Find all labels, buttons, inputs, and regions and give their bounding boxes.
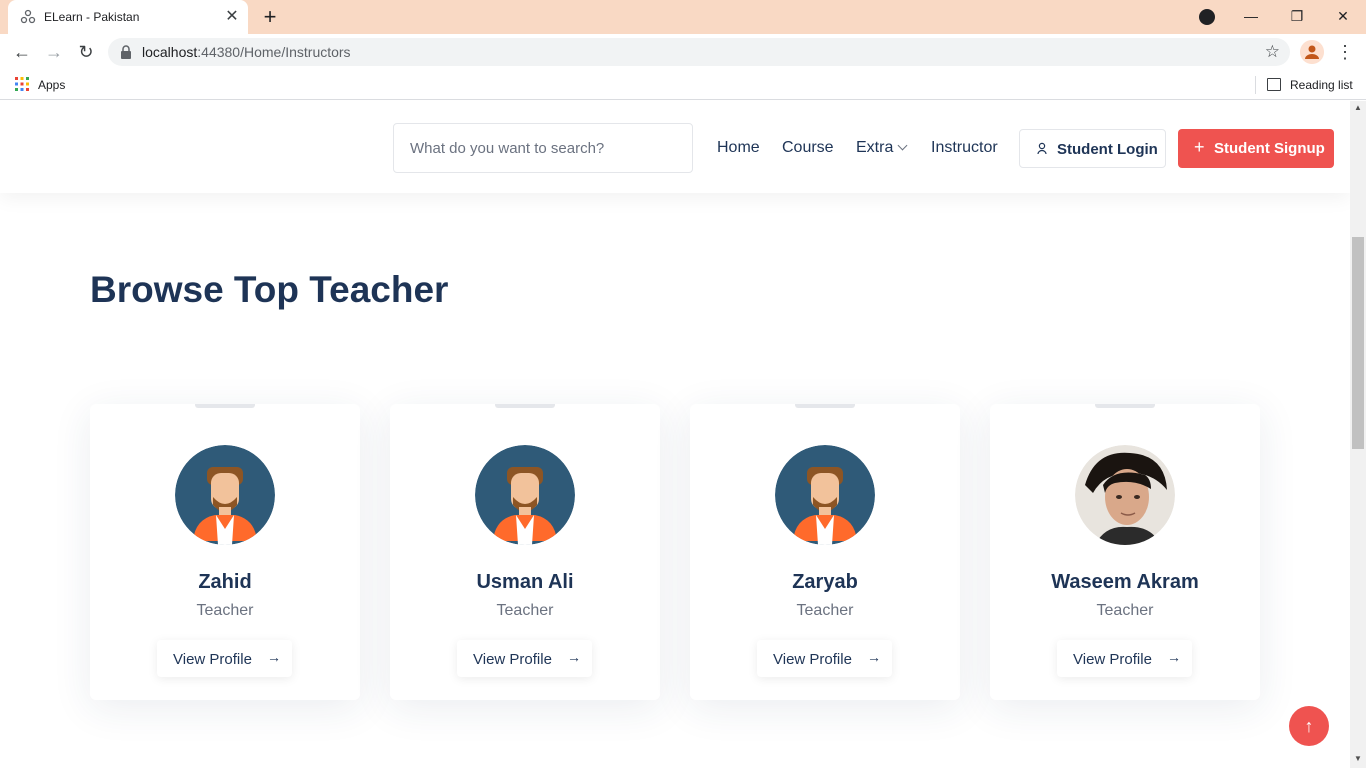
reading-list-icon[interactable]	[1267, 78, 1281, 91]
view-profile-button[interactable]: View Profile →	[757, 640, 892, 677]
teacher-name: Waseem Akram	[1051, 571, 1199, 593]
apps-grid-icon[interactable]	[15, 77, 29, 91]
teacher-card: Waseem Akram Teacher View Profile →	[990, 404, 1260, 700]
site-header: Home Course Extra Instructor Student Log…	[0, 101, 1350, 193]
profile-avatar-icon[interactable]	[1300, 40, 1324, 64]
student-login-label: Student Login	[1057, 141, 1158, 158]
tab-close-icon[interactable]: ✕	[222, 7, 242, 27]
back-arrow-icon[interactable]: ←	[8, 38, 36, 66]
search-input[interactable]	[394, 124, 692, 172]
card-top-tab	[495, 404, 555, 408]
page-viewport: Home Course Extra Instructor Student Log…	[0, 101, 1350, 768]
bookmark-star-icon[interactable]: ☆	[1265, 42, 1280, 62]
view-profile-button[interactable]: View Profile →	[1057, 640, 1192, 677]
teacher-role: Teacher	[496, 602, 554, 619]
view-profile-label: View Profile	[173, 651, 252, 668]
teacher-name: Usman Ali	[476, 571, 574, 593]
teacher-card: Zaryab Teacher View Profile →	[690, 404, 960, 700]
arrow-right-icon: →	[867, 649, 881, 665]
teacher-avatar	[175, 445, 275, 545]
new-tab-button[interactable]: +	[258, 6, 282, 28]
teacher-role: Teacher	[1096, 602, 1154, 619]
browser-tab[interactable]: ELearn - Pakistan ✕	[8, 0, 248, 34]
browser-tabstrip: ELearn - Pakistan ✕ + — ❐ ✕	[0, 0, 1366, 34]
nav-home[interactable]: Home	[717, 139, 760, 157]
page-title: Browse Top Teacher	[90, 269, 449, 310]
window-minimize-button[interactable]: —	[1228, 0, 1274, 32]
arrow-right-icon: →	[567, 649, 581, 665]
student-signup-button[interactable]: + Student Signup	[1178, 129, 1334, 168]
view-profile-button[interactable]: View Profile →	[157, 640, 292, 677]
nav-extra-label: Extra	[856, 139, 894, 156]
view-profile-label: View Profile	[473, 651, 552, 668]
card-top-tab	[795, 404, 855, 408]
teacher-name: Zahid	[198, 571, 252, 593]
lock-icon	[121, 45, 131, 59]
reload-icon[interactable]: ↻	[72, 38, 100, 66]
address-bar[interactable]: localhost:44380/Home/Instructors ☆	[108, 38, 1290, 66]
scrollbar-thumb[interactable]	[1352, 237, 1364, 449]
arrow-right-icon: →	[1167, 649, 1181, 665]
url-host: localhost	[142, 44, 198, 60]
teacher-role: Teacher	[196, 602, 254, 619]
teacher-avatar	[475, 445, 575, 545]
url-text: localhost:44380/Home/Instructors	[142, 44, 351, 60]
user-icon	[1037, 142, 1047, 155]
view-profile-label: View Profile	[773, 651, 852, 668]
teacher-card: Usman Ali Teacher View Profile →	[390, 404, 660, 700]
forward-arrow-icon[interactable]: →	[40, 38, 68, 66]
scroll-up-arrow-icon[interactable]: ▲	[1350, 103, 1366, 115]
nav-extra-dropdown[interactable]: Extra	[856, 139, 908, 157]
teacher-avatar	[775, 445, 875, 545]
page-scrollbar[interactable]: ▲ ▼	[1350, 101, 1366, 768]
chevron-down-icon	[897, 140, 908, 151]
card-top-tab	[1095, 404, 1155, 408]
browser-toolbar: ← → ↻ localhost:44380/Home/Instructors ☆	[0, 34, 1366, 70]
scroll-down-arrow-icon[interactable]: ▼	[1350, 754, 1366, 766]
apps-link[interactable]: Apps	[38, 78, 65, 92]
back-to-top-button[interactable]: ↑	[1289, 706, 1329, 746]
window-restore-button[interactable]: ❐	[1274, 0, 1320, 32]
tab-title: ELearn - Pakistan	[44, 10, 140, 24]
nav-instructor[interactable]: Instructor	[931, 139, 998, 157]
search-box	[393, 123, 693, 173]
teacher-role: Teacher	[796, 602, 854, 619]
site-favicon-icon	[20, 9, 36, 24]
teacher-photo	[1075, 445, 1175, 545]
student-login-button[interactable]: Student Login	[1019, 129, 1166, 168]
media-control-icon[interactable]	[1199, 9, 1215, 25]
arrow-right-icon: →	[267, 649, 281, 665]
bookmarks-bar: Apps Reading list	[0, 70, 1366, 100]
url-path: :44380/Home/Instructors	[197, 44, 351, 60]
plus-icon: +	[1194, 137, 1205, 157]
view-profile-label: View Profile	[1073, 651, 1152, 668]
teacher-card: Zahid Teacher View Profile →	[90, 404, 360, 700]
student-signup-label: Student Signup	[1214, 140, 1325, 157]
teacher-name: Zaryab	[792, 571, 858, 593]
window-close-button[interactable]: ✕	[1320, 0, 1366, 32]
card-top-tab	[195, 404, 255, 408]
browser-menu-icon[interactable]: ⋮	[1336, 40, 1354, 64]
nav-course[interactable]: Course	[782, 139, 834, 157]
reading-list-link[interactable]: Reading list	[1290, 78, 1353, 92]
view-profile-button[interactable]: View Profile →	[457, 640, 592, 677]
bookmark-divider	[1255, 76, 1256, 94]
